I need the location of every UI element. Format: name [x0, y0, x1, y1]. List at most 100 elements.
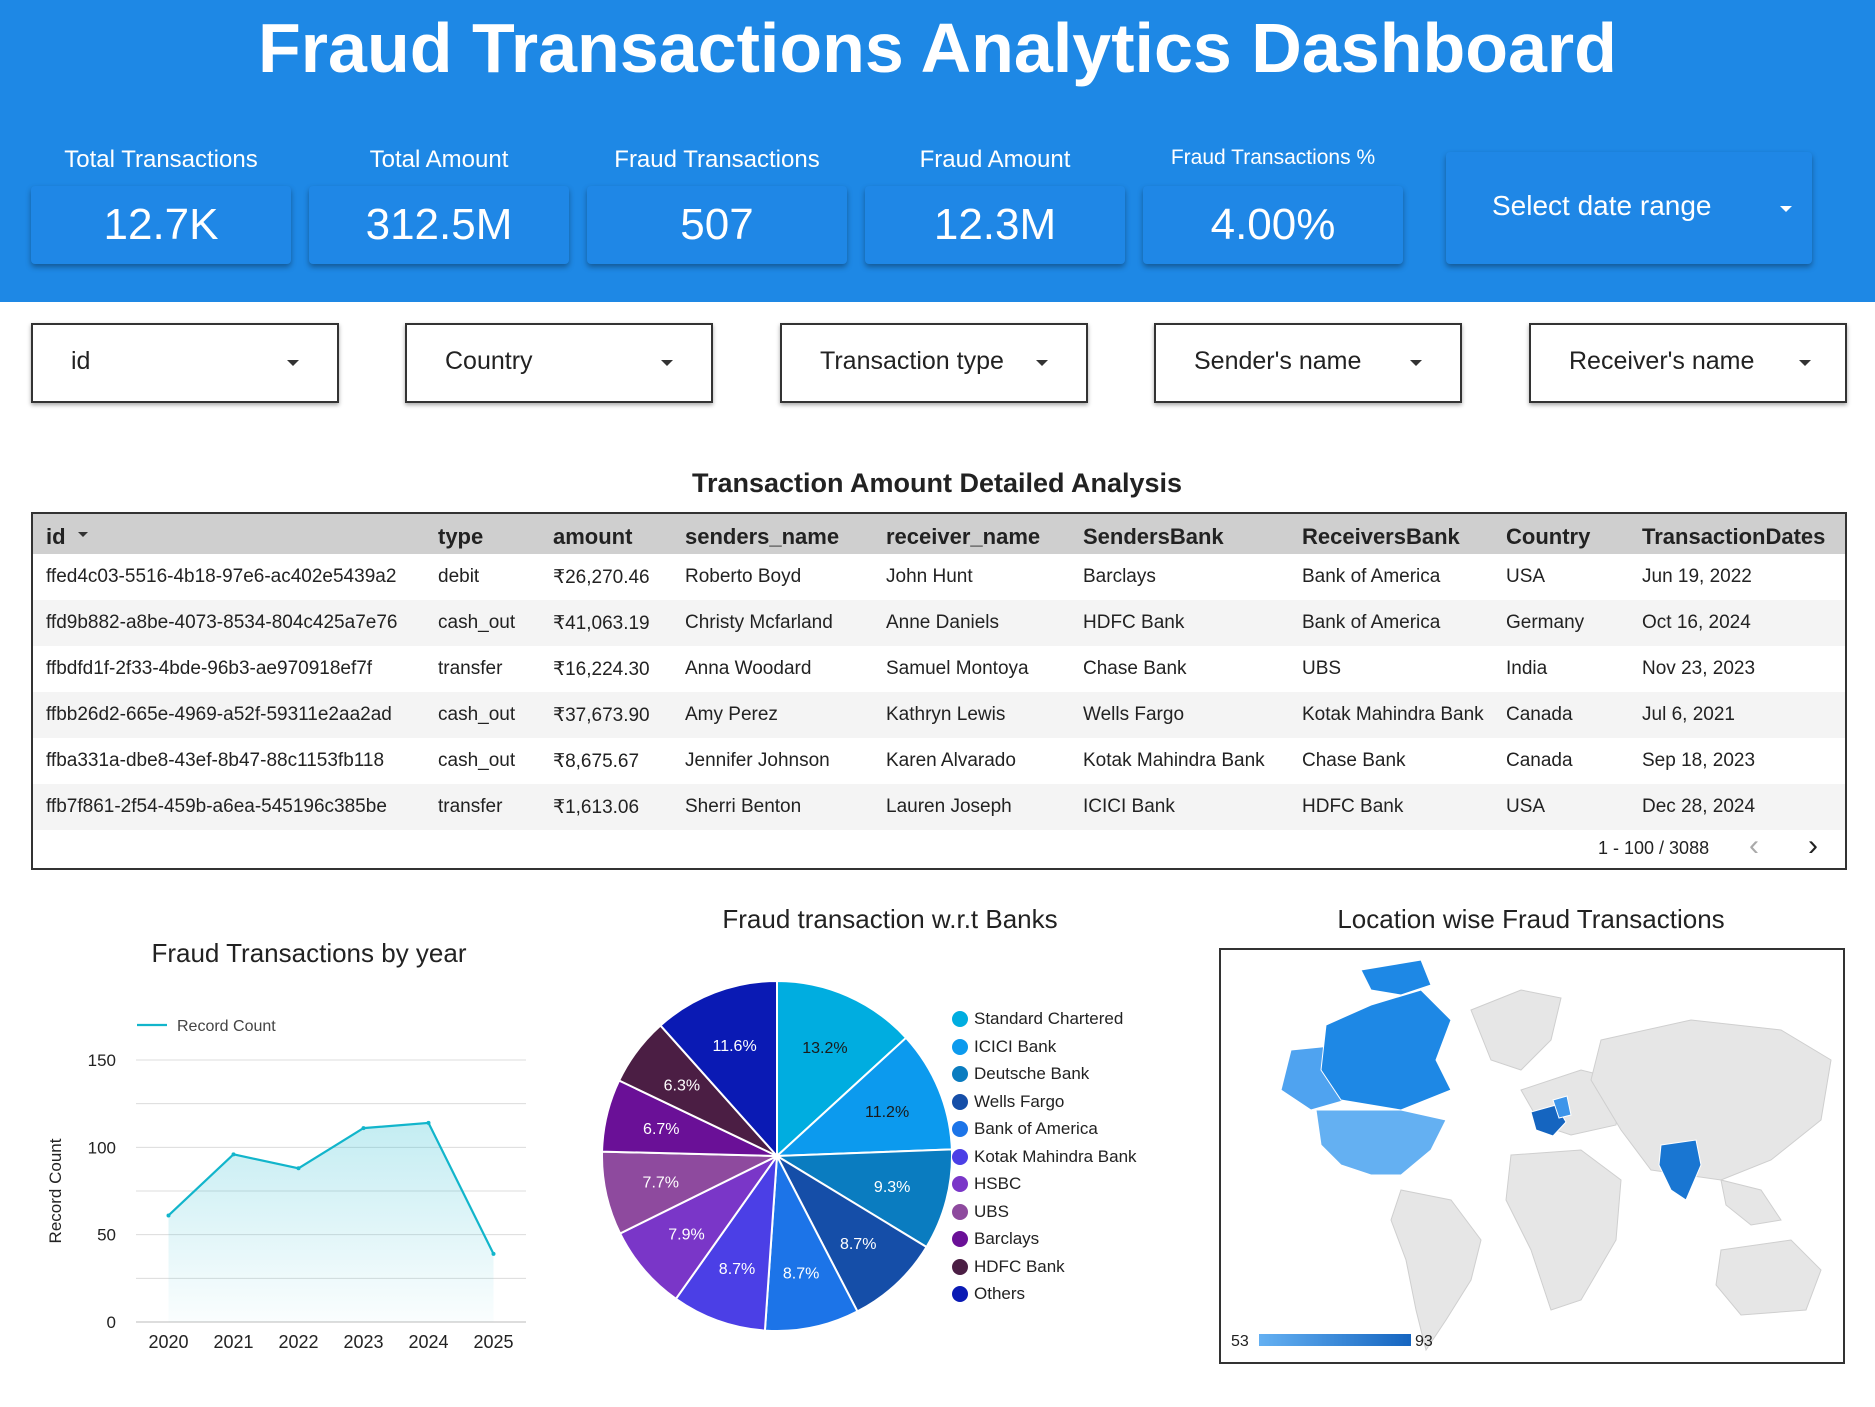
kpi-card-fraud-amount: 12.3M [865, 186, 1125, 264]
column-header-senders-name[interactable]: senders_name [685, 524, 839, 550]
legend-label[interactable]: Bank of America [974, 1119, 1098, 1139]
table-cell-amount: ₹26,270.46 [553, 567, 650, 588]
pie-data-label: 7.9% [668, 1226, 704, 1243]
table-row[interactable]: ffbb26d2-665e-4969-a52f-59311e2aa2ad cash… [33, 692, 1845, 738]
legend-label[interactable]: UBS [974, 1202, 1009, 1222]
legend-label[interactable]: Barclays [974, 1229, 1039, 1249]
column-header-id[interactable]: id [46, 524, 66, 550]
table-cell-type: transfer [438, 796, 503, 817]
table-cell-id: ffbb26d2-665e-4969-a52f-59311e2aa2ad [46, 704, 392, 725]
legend-swatch [952, 1286, 968, 1302]
table-cell-type: cash_out [438, 704, 516, 725]
legend-label[interactable]: Deutsche Bank [974, 1064, 1089, 1084]
column-header-country[interactable]: Country [1506, 524, 1590, 550]
pie-chart-title: Fraud transaction w.r.t Banks [722, 904, 1058, 934]
legend-label[interactable]: Others [974, 1284, 1025, 1304]
legend-label[interactable]: HDFC Bank [974, 1257, 1065, 1277]
pie-data-label: 6.3% [664, 1078, 700, 1095]
table-cell-country: USA [1506, 566, 1546, 587]
date-range-picker[interactable]: Select date range [1446, 152, 1812, 264]
filter-senders-name-label: Sender's name [1194, 347, 1362, 375]
table-cell-country: India [1506, 658, 1548, 679]
table-title: Transaction Amount Detailed Analysis [691, 468, 1183, 498]
kpi-card-total-amount: 312.5M [309, 186, 569, 264]
legend-label: Record Count [177, 1018, 276, 1035]
asia-shape [1590, 1019, 1832, 1181]
table-row[interactable]: ffb7f861-2f54-459b-a6ea-545196c385be tran… [33, 784, 1845, 830]
pie-data-label: 6.7% [643, 1121, 679, 1138]
table-cell-receiver-name: Lauren Joseph [886, 796, 1012, 817]
data-point [491, 1251, 496, 1256]
table-cell-senders-name: Jennifer Johnson [685, 750, 830, 771]
data-point [426, 1120, 431, 1125]
legend-swatch [952, 1011, 968, 1027]
table-cell-amount: ₹16,224.30 [553, 659, 650, 680]
geo-map[interactable]: 53 93 [1219, 948, 1845, 1364]
sort-desc-icon[interactable] [78, 532, 88, 537]
table-cell-amount: ₹8,675.67 [553, 751, 640, 772]
table-cell-type: cash_out [438, 612, 516, 633]
table-cell-country: Canada [1506, 704, 1573, 725]
table-cell-sendersbank: Chase Bank [1083, 658, 1187, 679]
transactions-table: id type amount senders_name receiver_nam… [31, 512, 1847, 870]
table-cell-transactiondates: Jun 19, 2022 [1642, 566, 1752, 587]
table-cell-receiver-name: Karen Alvarado [886, 750, 1016, 771]
dashboard-header: Fraud Transactions Analytics Dashboard T… [0, 0, 1875, 302]
table-cell-type: cash_out [438, 750, 516, 771]
greenland-shape [1470, 989, 1562, 1071]
legend-label[interactable]: Kotak Mahindra Bank [974, 1147, 1137, 1167]
column-header-receivers-bank[interactable]: ReceiversBank [1302, 524, 1460, 550]
legend-label[interactable]: ICICI Bank [974, 1037, 1056, 1057]
table-row[interactable]: ffed4c03-5516-4b18-97e6-ac402e5439a2 debi… [33, 554, 1845, 600]
legend-label[interactable]: HSBC [974, 1174, 1021, 1194]
table-cell-id: ffba331a-dbe8-43ef-8b47-88c1153fb118 [46, 750, 385, 771]
south-america-shape [1390, 1189, 1482, 1352]
table-cell-senders-name: Amy Perez [685, 704, 778, 725]
legend-swatch [952, 1093, 968, 1110]
line-chart: 0 50 100 150 2020 2021 2022 2023 2024 2025 Record … [46, 1018, 526, 1352]
filter-id[interactable]: id [31, 323, 339, 403]
page-title: Fraud Transactions Analytics Dashboard [258, 9, 1617, 87]
pie-data-label: 8.7% [719, 1261, 755, 1278]
table-cell-senders-name: Sherri Benton [685, 796, 802, 817]
table-cell-amount: ₹37,673.90 [553, 705, 650, 726]
table-cell-amount: ₹1,613.06 [553, 797, 640, 818]
x-tick-label: 2022 [278, 1332, 318, 1352]
area-fill [168, 1122, 494, 1322]
column-header-receiver-name[interactable]: receiver_name [886, 524, 1040, 550]
x-tick-label: 2023 [343, 1332, 383, 1352]
table-row[interactable]: ffd9b882-a8be-4073-8534-804c425a7e76 cash… [33, 600, 1845, 646]
legend-label[interactable]: Standard Chartered [974, 1009, 1123, 1029]
y-axis-label: Record Count [46, 1138, 65, 1243]
filter-country[interactable]: Country [405, 323, 713, 403]
table-cell-senders-name: Anna Woodard [685, 658, 812, 679]
table-row[interactable]: ffba331a-dbe8-43ef-8b47-88c1153fb118 cash… [33, 738, 1845, 784]
filter-senders-name[interactable]: Sender's name [1154, 323, 1462, 403]
chevron-left-icon[interactable]: ‹ [1749, 831, 1759, 861]
pie-data-label: 7.7% [643, 1175, 679, 1192]
legend-swatch [952, 1066, 968, 1082]
legend-label[interactable]: Wells Fargo [974, 1092, 1064, 1112]
table-cell-transactiondates: Jul 6, 2021 [1642, 704, 1735, 725]
pie-data-label: 11.6% [712, 1038, 756, 1055]
table-cell-id: ffed4c03-5516-4b18-97e6-ac402e5439a2 [46, 566, 397, 587]
table-cell-type: transfer [438, 658, 503, 679]
column-header-transaction-dates[interactable]: TransactionDates [1642, 524, 1825, 550]
australia-shape [1715, 1239, 1822, 1316]
chevron-right-icon[interactable]: › [1808, 831, 1818, 861]
filter-receivers-name[interactable]: Receiver's name [1529, 323, 1847, 403]
kpi-label-fraud-amount: Fraud Amount [919, 146, 1071, 173]
column-header-senders-bank[interactable]: SendersBank [1083, 524, 1224, 550]
pie-data-label: 11.2% [865, 1104, 909, 1121]
x-tick-label: 2021 [213, 1332, 253, 1352]
y-tick-label: 0 [107, 1313, 116, 1332]
kpi-label-total-transactions: Total Transactions [64, 146, 258, 173]
filter-transaction-type[interactable]: Transaction type [780, 323, 1088, 403]
table-row[interactable]: ffbdfd1f-2f33-4bde-96b3-ae970918ef7f tran… [33, 646, 1845, 692]
table-cell-senders-name: Christy Mcfarland [685, 612, 833, 633]
chevron-down-icon [1036, 360, 1048, 366]
filter-receivers-name-label: Receiver's name [1569, 347, 1755, 375]
column-header-type[interactable]: type [438, 524, 483, 550]
column-header-amount[interactable]: amount [553, 524, 632, 550]
table-cell-receiversbank: Bank of America [1302, 566, 1441, 587]
